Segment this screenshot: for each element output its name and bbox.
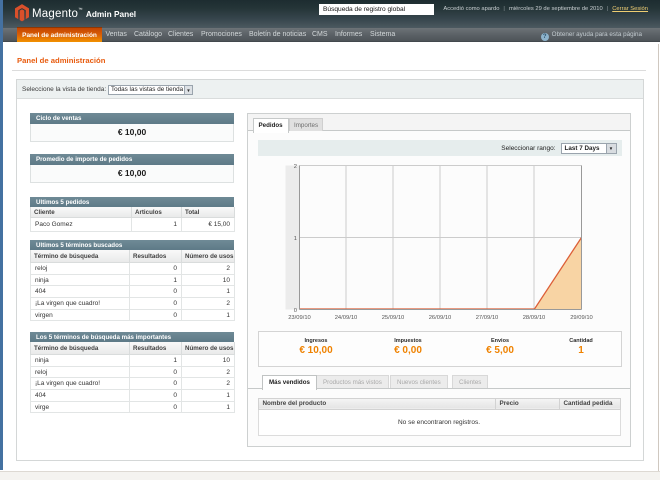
svg-text:2: 2: [293, 164, 296, 170]
svg-text:25/09/10: 25/09/10: [381, 315, 404, 321]
svg-text:29/09/10: 29/09/10: [570, 315, 593, 321]
svg-text:23/09/10: 23/09/10: [288, 315, 311, 321]
svg-text:28/09/10: 28/09/10: [522, 315, 545, 321]
svg-text:0: 0: [293, 308, 296, 314]
svg-text:26/09/10: 26/09/10: [428, 315, 451, 321]
svg-text:1: 1: [293, 236, 296, 242]
svg-text:27/09/10: 27/09/10: [475, 315, 498, 321]
svg-text:24/09/10: 24/09/10: [334, 315, 357, 321]
